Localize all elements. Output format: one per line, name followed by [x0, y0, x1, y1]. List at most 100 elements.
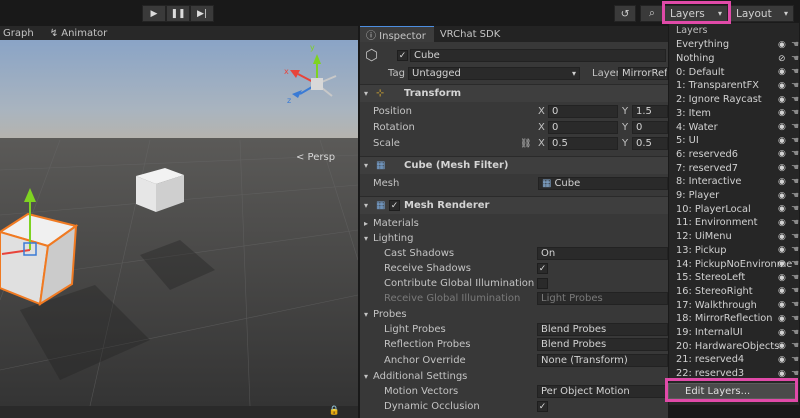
- scale-x-field[interactable]: 0.5: [548, 137, 618, 150]
- layer-item[interactable]: 20: HardwareObjects ◉ ☚: [669, 339, 799, 353]
- pick-icon[interactable]: ☚: [791, 300, 799, 310]
- pick-icon[interactable]: ☚: [791, 232, 799, 242]
- layer-item[interactable]: 6: reserved6 ◉ ☚: [669, 148, 799, 162]
- layer-item[interactable]: 13: Pickup ◉ ☚: [669, 244, 799, 258]
- light-probes-dropdown[interactable]: Blend Probes: [537, 323, 668, 336]
- pick-icon[interactable]: ☚: [791, 286, 799, 296]
- eye-icon[interactable]: ◉: [778, 163, 786, 173]
- receive-shadows-checkbox[interactable]: ✓: [537, 263, 548, 274]
- additional-settings-row[interactable]: ▾ Additional Settings: [360, 369, 668, 384]
- probes-row[interactable]: ▾ Probes: [360, 307, 668, 322]
- transform-header[interactable]: ▾ ⊹ Transform: [360, 84, 668, 102]
- pick-icon[interactable]: ☚: [791, 177, 799, 187]
- lighting-row[interactable]: ▾ Lighting: [360, 231, 668, 246]
- eye-icon[interactable]: ◉: [778, 341, 786, 351]
- rotation-y-field[interactable]: 0: [632, 121, 668, 134]
- layer-item[interactable]: 1: TransparentFX ◉ ☚: [669, 79, 799, 93]
- eye-icon[interactable]: ◉: [778, 81, 786, 91]
- pick-icon[interactable]: ☚: [791, 122, 799, 132]
- layer-item[interactable]: 7: reserved7 ◉ ☚: [669, 161, 799, 175]
- pick-icon[interactable]: ☚: [791, 136, 799, 146]
- pick-icon[interactable]: ☚: [791, 40, 799, 50]
- tag-dropdown[interactable]: Untagged ▾: [408, 67, 580, 80]
- lock-icon[interactable]: 🔒: [329, 406, 340, 416]
- eye-icon[interactable]: ◉: [778, 218, 786, 228]
- dynamic-occlusion-checkbox[interactable]: ✓: [537, 401, 548, 412]
- layer-item[interactable]: 21: reserved4 ◉ ☚: [669, 353, 799, 367]
- layer-item[interactable]: 10: PlayerLocal ◉ ☚: [669, 202, 799, 216]
- object-active-checkbox[interactable]: ✓: [397, 50, 408, 61]
- pick-icon[interactable]: ☚: [791, 67, 799, 77]
- pick-icon[interactable]: ☚: [791, 54, 799, 64]
- cast-shadows-dropdown[interactable]: On: [537, 247, 668, 260]
- layer-item[interactable]: 18: MirrorReflection ◉ ☚: [669, 312, 799, 326]
- mesh-renderer-header[interactable]: ▾ ▦ ✓ Mesh Renderer: [360, 196, 668, 214]
- edit-layers-button[interactable]: Edit Layers...: [668, 383, 796, 399]
- pick-icon[interactable]: ☚: [791, 314, 799, 324]
- pick-icon[interactable]: ☚: [791, 218, 799, 228]
- pick-icon[interactable]: ☚: [791, 245, 799, 255]
- scale-y-field[interactable]: 0.5: [632, 137, 668, 150]
- pause-button[interactable]: ❚❚: [166, 5, 190, 22]
- eye-icon[interactable]: ◉: [778, 232, 786, 242]
- eye-icon[interactable]: ◉: [778, 136, 786, 146]
- layer-item[interactable]: 9: Player ◉ ☚: [669, 189, 799, 203]
- eye-icon[interactable]: ◉: [778, 204, 786, 214]
- history-button[interactable]: ↺: [614, 5, 636, 22]
- eye-icon[interactable]: ◉: [778, 328, 786, 338]
- eye-icon[interactable]: ◉: [778, 67, 786, 77]
- pick-icon[interactable]: ☚: [791, 149, 799, 159]
- step-button[interactable]: ▶|: [190, 5, 214, 22]
- eye-icon[interactable]: ◉: [778, 40, 786, 50]
- scene-view[interactable]: y x z < Persp: [0, 40, 358, 406]
- layer-item[interactable]: 4: Water ◉ ☚: [669, 120, 799, 134]
- pick-icon[interactable]: ☚: [791, 355, 799, 365]
- eye-icon[interactable]: ◉: [778, 300, 786, 310]
- eye-icon[interactable]: ◉: [778, 191, 786, 201]
- layer-item[interactable]: 2: Ignore Raycast ◉ ☚: [669, 93, 799, 107]
- eye-icon[interactable]: ◉: [778, 149, 786, 159]
- reflection-probes-dropdown[interactable]: Blend Probes: [537, 338, 668, 351]
- pick-icon[interactable]: ☚: [791, 108, 799, 118]
- rotation-x-field[interactable]: 0: [548, 121, 618, 134]
- pick-icon[interactable]: ☚: [791, 191, 799, 201]
- pick-icon[interactable]: ☚: [791, 163, 799, 173]
- materials-row[interactable]: ▸ Materials: [360, 216, 668, 231]
- tab-vrchat-sdk[interactable]: VRChat SDK: [434, 26, 508, 42]
- eye-icon[interactable]: ◉: [778, 314, 786, 324]
- anchor-override-field[interactable]: None (Transform): [537, 354, 668, 367]
- eye-icon[interactable]: ◉: [778, 355, 786, 365]
- layer-item[interactable]: 12: UiMenu ◉ ☚: [669, 230, 799, 244]
- eye-icon[interactable]: ◉: [778, 122, 786, 132]
- eye-icon[interactable]: ◉: [778, 259, 786, 269]
- link-icon[interactable]: ⛓: [520, 139, 531, 149]
- eye-icon[interactable]: ◉: [778, 286, 786, 296]
- position-x-field[interactable]: 0: [548, 105, 618, 118]
- pick-icon[interactable]: ☚: [791, 259, 799, 269]
- tab-animator[interactable]: ↯ Animator: [47, 28, 111, 39]
- eye-icon[interactable]: ◉: [778, 177, 786, 187]
- mesh-renderer-enabled-checkbox[interactable]: ✓: [389, 200, 400, 211]
- layer-item[interactable]: 3: Item ◉ ☚: [669, 107, 799, 121]
- layer-item[interactable]: 11: Environment ◉ ☚: [669, 216, 799, 230]
- position-y-field[interactable]: 1.5: [632, 105, 668, 118]
- persp-label[interactable]: < Persp: [296, 152, 335, 163]
- layer-item[interactable]: 8: Interactive ◉ ☚: [669, 175, 799, 189]
- pick-icon[interactable]: ☚: [791, 328, 799, 338]
- contribute-gi-checkbox[interactable]: [537, 278, 548, 289]
- motion-vectors-dropdown[interactable]: Per Object Motion: [537, 385, 668, 398]
- tab-graph[interactable]: Graph: [0, 28, 37, 39]
- pick-icon[interactable]: ☚: [791, 369, 799, 379]
- layer-item[interactable]: 19: InternalUI ◉ ☚: [669, 326, 799, 340]
- eye-icon[interactable]: ◉: [778, 369, 786, 379]
- layer-dropdown[interactable]: MirrorRefle: [618, 67, 668, 80]
- layer-item[interactable]: 15: StereoLeft ◉ ☚: [669, 271, 799, 285]
- pick-icon[interactable]: ☚: [791, 341, 799, 351]
- search-button[interactable]: ⌕: [640, 5, 664, 22]
- eye-icon[interactable]: ◉: [778, 95, 786, 105]
- layer-item[interactable]: Nothing ⊘ ☚: [669, 52, 799, 66]
- tab-inspector[interactable]: ⓘ Inspector: [360, 26, 434, 42]
- mesh-filter-header[interactable]: ▾ ▦ Cube (Mesh Filter): [360, 156, 668, 174]
- layers-dropdown[interactable]: Layers ▾: [664, 5, 728, 22]
- eye-icon[interactable]: ◉: [778, 108, 786, 118]
